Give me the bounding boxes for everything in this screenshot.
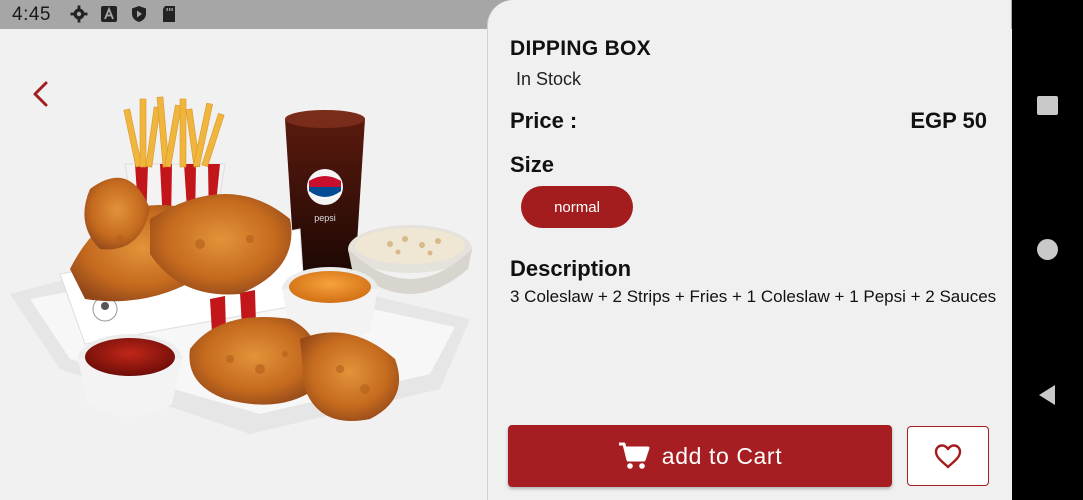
- description-label: Description: [510, 256, 632, 281]
- add-to-cart-label: add to Cart: [661, 442, 783, 469]
- product-name: DIPPING BOX: [510, 37, 651, 60]
- gear-icon: [70, 5, 88, 23]
- add-to-cart-button[interactable]: add to Cart: [508, 425, 892, 487]
- home-circle-icon[interactable]: [1037, 239, 1058, 260]
- price-label: Price :: [510, 108, 578, 133]
- price-value: EGP 50: [910, 108, 987, 133]
- back-triangle-icon[interactable]: [1035, 383, 1059, 407]
- heart-icon: [934, 444, 962, 469]
- favorite-button[interactable]: [907, 426, 989, 486]
- stock-status: In Stock: [516, 69, 582, 89]
- recents-square-icon[interactable]: [1037, 96, 1058, 115]
- product-details-panel: DIPPING BOX In Stock Price : EGP 50 Size…: [487, 0, 1011, 500]
- sd-card-icon: [160, 5, 178, 23]
- description-text: 3 Coleslaw + 2 Strips + Fries + 1 Colesl…: [510, 287, 997, 306]
- cup-print-text: pepsi: [314, 213, 336, 223]
- system-nav-bar: [1012, 0, 1083, 500]
- play-shield-icon: [130, 5, 148, 23]
- size-option-normal[interactable]: normal: [521, 186, 633, 228]
- product-image-pane: pepsi: [0, 29, 487, 500]
- cart-icon: [618, 442, 650, 469]
- product-image: pepsi: [10, 96, 472, 434]
- size-label: Size: [510, 152, 555, 177]
- a-badge-icon: [100, 5, 118, 23]
- status-icons-left: [70, 5, 178, 23]
- status-time: 4:45: [12, 4, 51, 25]
